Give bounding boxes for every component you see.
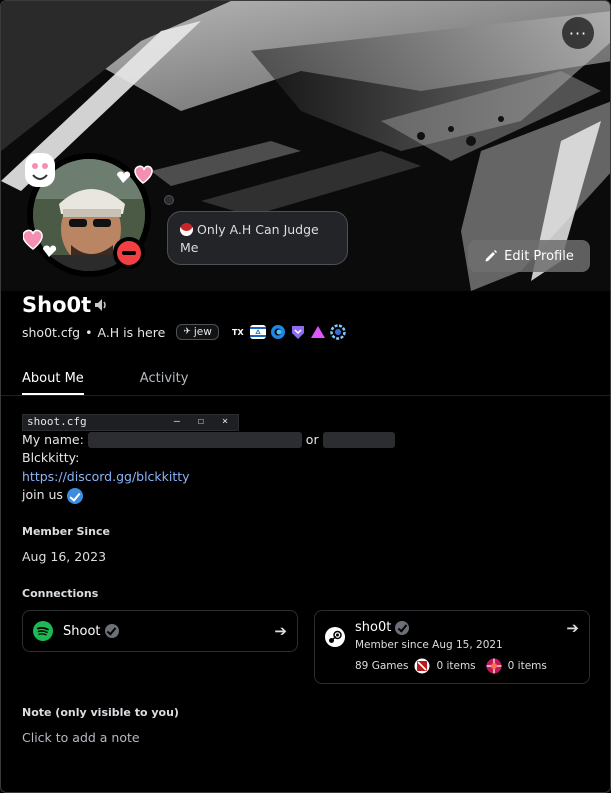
avatar-container[interactable] [23,151,158,277]
code-window-controls: — ☐ × [173,416,234,427]
triangle-badge-icon[interactable] [310,325,326,339]
invite-link[interactable]: https://discord.gg/blckkitty [22,469,190,484]
badge-list: TX [230,324,346,340]
verified-connection-icon [104,624,119,638]
spotify-account-name: Shoot [63,623,101,639]
more-options-button[interactable]: ··· [562,17,594,49]
speaker-icon[interactable] [93,297,109,313]
tx-badge-icon[interactable]: TX [230,325,246,339]
steam-icon [325,627,345,647]
name-label: My name: [22,431,84,447]
external-arrow-icon[interactable]: ➔ [274,622,287,640]
custom-status-text: Only A.H Can Judge Me [180,222,319,255]
about-line-join: join us [22,486,582,505]
server-tag-pill[interactable]: ✈ jew [176,324,219,340]
quest-badge-icon[interactable] [330,324,346,340]
code-window-title: shoot.cfg [27,415,87,428]
about-line-name: My name: or [22,431,582,450]
member-since-title: Member Since [22,525,110,538]
avatar-decoration [23,153,153,257]
about-line-blckkitty: Blckkitty: [22,450,80,466]
join-text: join us [22,487,63,503]
steam-member-since: Member since Aug 15, 2021 [355,639,503,651]
display-name: Sho0t [22,293,92,317]
username[interactable]: sho0t.cfg [22,325,80,340]
code-window: shoot.cfg — ☐ × [22,413,239,431]
steam-connection-card[interactable]: sho0t Member since Aug 15, 2021 89 Games… [314,610,590,684]
server-tag-text: jew [193,326,212,338]
about-me-section: shoot.cfg — ☐ × My name: or Blckkitty: h… [22,412,582,505]
spotify-icon [33,621,53,641]
separator-dot: • [85,324,93,340]
profile-panel: ··· Only A.H Can Judge Me Edit Profile S… [0,0,611,793]
santa-emoji-icon [180,223,193,236]
israel-flag-icon[interactable] [249,325,266,339]
profile-tabs: About Me Activity [22,371,188,395]
external-arrow-icon[interactable]: ➔ [566,619,579,637]
connections-title: Connections [22,587,99,600]
tf2-items-count: 0 items [507,660,547,672]
dota-icon [414,658,430,674]
nitro-shield-icon[interactable] [290,325,306,339]
steam-account-name: sho0t [355,620,392,635]
edit-profile-label: Edit Profile [504,248,574,264]
hypesquad-icon[interactable] [270,325,286,339]
verified-check-icon [66,487,83,504]
spoiler-block[interactable] [322,432,395,449]
status-bubble-tail [164,195,174,205]
note-title: Note (only visible to you) [22,706,179,719]
tf2-icon [486,658,502,674]
steam-games-count: 89 Games [355,660,409,672]
note-input[interactable]: Click to add a note [22,730,582,745]
pin-icon: ✈ [183,327,191,337]
steam-stats-row: 89 Games 0 items 0 items [355,658,547,674]
tab-activity[interactable]: Activity [140,371,189,395]
tagline: A.H is here [97,324,166,340]
edit-profile-button[interactable]: Edit Profile [468,240,590,272]
spotify-connection-card[interactable]: Shoot ➔ [22,610,298,652]
member-since-value: Aug 16, 2023 [22,549,107,564]
or-text: or [305,431,319,447]
custom-status-bubble[interactable]: Only A.H Can Judge Me [167,211,348,265]
steam-name-row: sho0t [355,620,410,635]
spoiler-block[interactable] [87,432,302,449]
verified-connection-icon [395,620,410,635]
username-row: sho0t.cfg • A.H is here ✈ jew TX [22,324,346,340]
pencil-icon [485,250,498,262]
dota-items-count: 0 items [436,660,476,672]
tab-about-me[interactable]: About Me [22,371,84,395]
tabs-divider [1,395,610,396]
